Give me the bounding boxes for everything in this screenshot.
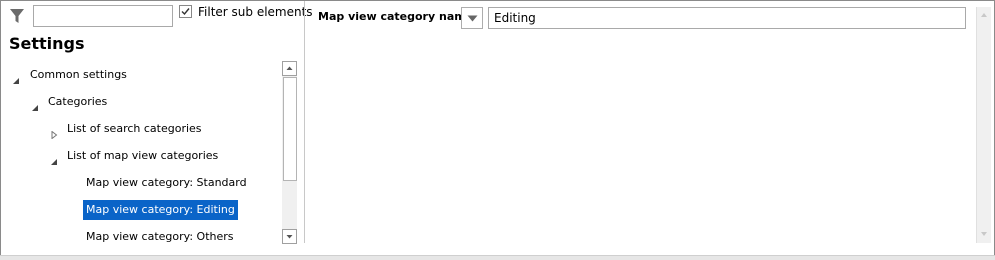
tree-item-label: Map view category: Editing (83, 200, 238, 220)
expanded-arrow-icon[interactable] (12, 71, 20, 84)
filter-icon[interactable] (9, 7, 25, 25)
tree-item-categories[interactable]: Categories (1, 92, 281, 112)
tree-item-label: List of map view categories (67, 149, 219, 162)
settings-title: Settings (9, 34, 85, 53)
scroll-up-icon (981, 13, 987, 17)
scroll-up-icon (286, 66, 293, 70)
scroll-down-icon (286, 235, 293, 239)
tree-item-map-view-category-editing[interactable]: Map view category: Editing (1, 200, 281, 220)
tree-scrollbar[interactable] (282, 61, 297, 244)
tree-item-list-of-search-categories[interactable]: List of search categories (1, 119, 281, 140)
dropdown-arrow-icon (467, 15, 478, 22)
filter-input[interactable] (33, 5, 173, 27)
left-pane: Filter sub elements Settings Common sett… (1, 1, 313, 245)
tree-item-common-settings[interactable]: Common settings (1, 65, 281, 85)
expanded-arrow-icon[interactable] (50, 152, 58, 165)
value-dropdown-button[interactable] (461, 7, 483, 29)
filter-sub-elements-checkbox[interactable] (179, 5, 192, 18)
tree-item-label: List of search categories (67, 122, 202, 135)
filter-sub-elements-label: Filter sub elements (198, 5, 313, 19)
tree-item-label: Categories (48, 95, 108, 108)
scroll-up-button[interactable] (282, 61, 297, 76)
pane-splitter[interactable] (304, 1, 305, 243)
scroll-down-icon (981, 232, 987, 236)
tree-item-label: Common settings (30, 68, 127, 81)
tree-item-list-of-map-view-categories[interactable]: List of map view categories (1, 146, 281, 166)
tree-item-label: Map view category: Standard (86, 176, 247, 189)
bottom-border (0, 255, 995, 260)
scroll-down-button[interactable] (282, 229, 297, 244)
properties-scrollbar[interactable] (976, 7, 991, 243)
collapsed-arrow-icon[interactable] (50, 125, 58, 140)
property-label: Map view category name (318, 10, 474, 23)
tree-item-label: Map view category: Others (86, 230, 234, 243)
settings-tree: Common settings Categories List of searc… (1, 61, 281, 245)
property-value-field[interactable]: Editing (488, 7, 966, 29)
scroll-thumb[interactable] (283, 77, 297, 181)
tree-item-map-view-category-others[interactable]: Map view category: Others (1, 227, 281, 245)
tree-item-map-view-category-standard[interactable]: Map view category: Standard (1, 173, 281, 193)
expanded-arrow-icon[interactable] (31, 98, 39, 111)
